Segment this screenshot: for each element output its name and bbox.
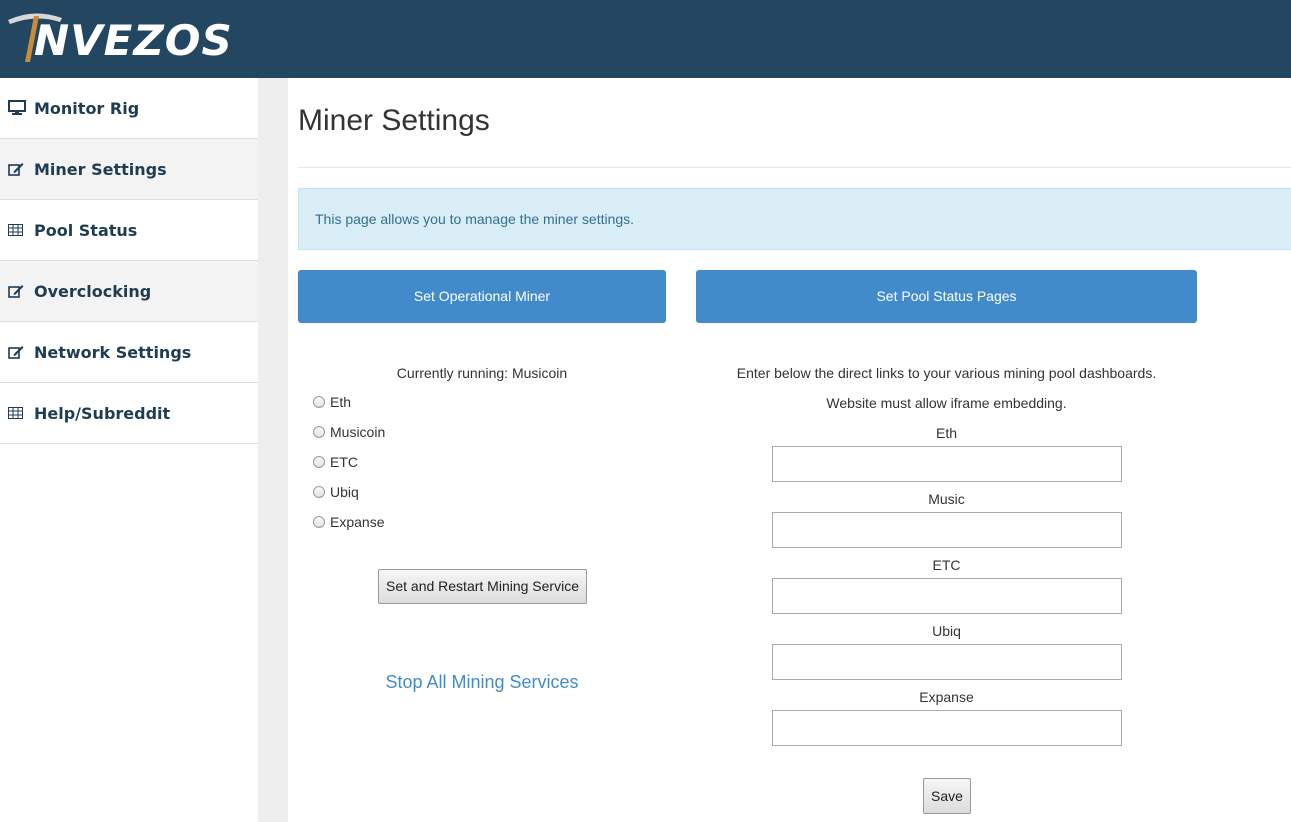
edit-icon: [8, 161, 28, 177]
edit-icon: [8, 344, 28, 360]
set-pool-status-pages-button[interactable]: Set Pool Status Pages: [696, 270, 1197, 323]
info-alert: This page allows you to manage the miner…: [298, 188, 1291, 250]
sidebar-item-pool-status[interactable]: Pool Status: [0, 200, 258, 261]
etc-pool-url-input[interactable]: [771, 578, 1122, 614]
monitor-icon: [8, 100, 28, 116]
field-label: ETC: [932, 557, 961, 573]
radio-eth[interactable]: [313, 396, 325, 408]
top-header: NVEZOS: [0, 0, 1291, 78]
sidebar-gutter: [258, 78, 288, 822]
field-label: Expanse: [919, 689, 974, 705]
set-and-restart-button[interactable]: Set and Restart Mining Service: [378, 569, 587, 604]
sidebar-item-label: Pool Status: [34, 220, 138, 240]
sidebar-item-label: Miner Settings: [34, 159, 167, 179]
page-title: Miner Settings: [298, 104, 490, 137]
table-icon: [8, 222, 28, 238]
field-label: Eth: [935, 425, 957, 441]
music-pool-url-input[interactable]: [771, 512, 1122, 548]
table-icon: [8, 405, 28, 421]
radio-ubiq[interactable]: [313, 486, 325, 498]
pool-field-ubiq: Ubiq: [696, 623, 1197, 689]
sidebar-item-label: Help/Subreddit: [34, 403, 171, 423]
divider: [298, 167, 1291, 168]
field-label: Music: [928, 491, 965, 507]
pool-field-eth: Eth: [696, 425, 1197, 491]
radio-label: Ubiq: [330, 484, 359, 500]
expanse-pool-url-input[interactable]: [771, 710, 1122, 746]
eth-pool-url-input[interactable]: [771, 446, 1122, 482]
currently-running-text: Currently running: Musicoin: [396, 365, 568, 381]
pool-status-form: Enter below the direct links to your var…: [696, 365, 1197, 755]
pool-field-etc: ETC: [696, 557, 1197, 623]
sidebar-item-overclocking[interactable]: Overclocking: [0, 261, 258, 322]
logo[interactable]: NVEZOS: [6, 6, 232, 68]
miner-radio-group: Eth Musicoin ETC Ubiq Expanse: [313, 394, 385, 544]
set-operational-miner-button[interactable]: Set Operational Miner: [298, 270, 666, 323]
pool-field-expanse: Expanse: [696, 689, 1197, 755]
sidebar-item-label: Monitor Rig: [34, 98, 140, 118]
pool-instructions: Enter below the direct links to your var…: [736, 365, 1157, 381]
pool-field-music: Music: [696, 491, 1197, 557]
pool-iframe-note: Website must allow iframe embedding.: [826, 395, 1067, 411]
ubiq-pool-url-input[interactable]: [771, 644, 1122, 680]
sidebar-item-label: Overclocking: [34, 281, 152, 301]
radio-label: Eth: [330, 394, 352, 410]
sidebar-item-network-settings[interactable]: Network Settings: [0, 322, 258, 383]
radio-label: Expanse: [330, 514, 385, 530]
miner-option[interactable]: Eth: [313, 394, 385, 424]
sidebar: Monitor Rig Miner Settings Pool Status O…: [0, 78, 258, 822]
radio-etc[interactable]: [313, 456, 325, 468]
miner-option[interactable]: ETC: [313, 454, 385, 484]
sidebar-item-monitor-rig[interactable]: Monitor Rig: [0, 78, 258, 139]
radio-musicoin[interactable]: [313, 426, 325, 438]
sidebar-item-help-subreddit[interactable]: Help/Subreddit: [0, 383, 258, 444]
stop-all-mining-link[interactable]: Stop All Mining Services: [298, 672, 666, 693]
save-button[interactable]: Save: [923, 778, 971, 814]
field-label: Ubiq: [932, 623, 961, 639]
miner-option[interactable]: Expanse: [313, 514, 385, 544]
sidebar-item-label: Network Settings: [34, 342, 192, 362]
main-content: Miner Settings This page allows you to m…: [288, 78, 1291, 822]
radio-expanse[interactable]: [313, 516, 325, 528]
radio-label: ETC: [330, 454, 358, 470]
edit-icon: [8, 283, 28, 299]
logo-text: NVEZOS: [34, 16, 233, 65]
radio-label: Musicoin: [330, 424, 386, 440]
miner-option[interactable]: Ubiq: [313, 484, 385, 514]
sidebar-item-miner-settings[interactable]: Miner Settings: [0, 139, 258, 200]
miner-option[interactable]: Musicoin: [313, 424, 385, 454]
